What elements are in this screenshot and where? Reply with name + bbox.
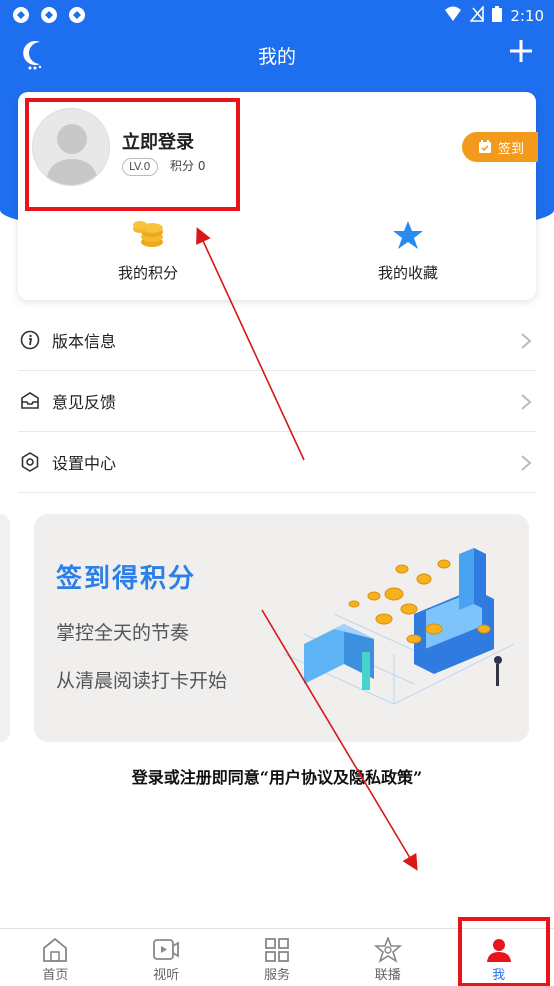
login-highlight-box xyxy=(25,98,240,211)
app-notification-icon xyxy=(40,6,58,24)
coins-icon xyxy=(133,221,163,247)
app-notification-icon xyxy=(68,6,86,24)
home-icon xyxy=(43,937,68,962)
battery-icon xyxy=(492,6,503,26)
video-icon xyxy=(153,939,180,960)
clock-time: 2:10 xyxy=(510,7,544,25)
banner-title: 签到得积分 xyxy=(56,564,197,594)
notification-icons xyxy=(12,6,86,24)
menu-label-settings: 设置中心 xyxy=(52,454,117,473)
chevron-right-icon xyxy=(521,455,532,471)
app-bar: 我的 xyxy=(0,32,554,80)
wifi-icon xyxy=(444,6,462,26)
menu-list: 版本信息 意见反馈 设置中心 xyxy=(18,310,536,493)
add-button[interactable] xyxy=(506,36,536,66)
my-points-button[interactable]: 我的积分 xyxy=(48,220,248,283)
agreement-notice[interactable]: 登录或注册即同意“用户协议及隐私政策” xyxy=(0,764,554,788)
banner-subtitle-1: 掌控全天的节奏 xyxy=(56,622,190,644)
nav-tab-broadcast[interactable]: 联播 xyxy=(332,929,443,986)
app-notification-icon xyxy=(12,6,30,24)
menu-item-feedback[interactable]: 意见反馈 xyxy=(18,371,536,432)
settings-icon xyxy=(21,452,39,472)
feedback-icon xyxy=(21,392,39,409)
chevron-right-icon xyxy=(521,333,532,349)
signin-label: 签到 xyxy=(498,141,525,157)
my-favorites-button[interactable]: 我的收藏 xyxy=(308,220,508,283)
signin-button[interactable]: 签到 xyxy=(462,132,538,162)
menu-item-version[interactable]: 版本信息 xyxy=(18,310,536,371)
chevron-right-icon xyxy=(521,394,532,410)
no-signal-icon xyxy=(469,4,485,26)
page-title: 我的 xyxy=(257,46,296,68)
nav-tab-video[interactable]: 视听 xyxy=(111,929,222,986)
isometric-coins-illustration xyxy=(283,548,515,705)
nav-label-services: 服务 xyxy=(263,968,290,983)
nav-tab-home[interactable]: 首页 xyxy=(0,929,111,986)
me-tab-highlight-box xyxy=(458,917,550,986)
status-bar: 2:10 xyxy=(0,0,554,32)
menu-label-feedback: 意见反馈 xyxy=(52,393,117,412)
nav-label-broadcast: 联播 xyxy=(374,968,401,983)
my-favorites-label: 我的收藏 xyxy=(377,264,438,282)
nav-label-video: 视听 xyxy=(153,968,180,983)
menu-label-version: 版本信息 xyxy=(52,332,117,351)
nav-label-home: 首页 xyxy=(42,968,69,983)
nav-tab-services[interactable]: 服务 xyxy=(222,929,333,986)
star-icon xyxy=(393,221,423,249)
info-icon xyxy=(20,330,40,350)
grid-icon xyxy=(265,938,289,962)
signin-banner[interactable]: 签到得积分 掌控全天的节奏 从清晨阅读打卡开始 xyxy=(34,514,529,742)
my-points-label: 我的积分 xyxy=(117,264,178,282)
calendar-icon xyxy=(479,140,491,153)
banner-subtitle-2: 从清晨阅读打卡开始 xyxy=(56,670,228,692)
previous-banner-peek[interactable] xyxy=(0,514,10,742)
broadcast-icon xyxy=(373,937,402,963)
menu-item-settings[interactable]: 设置中心 xyxy=(18,432,536,493)
